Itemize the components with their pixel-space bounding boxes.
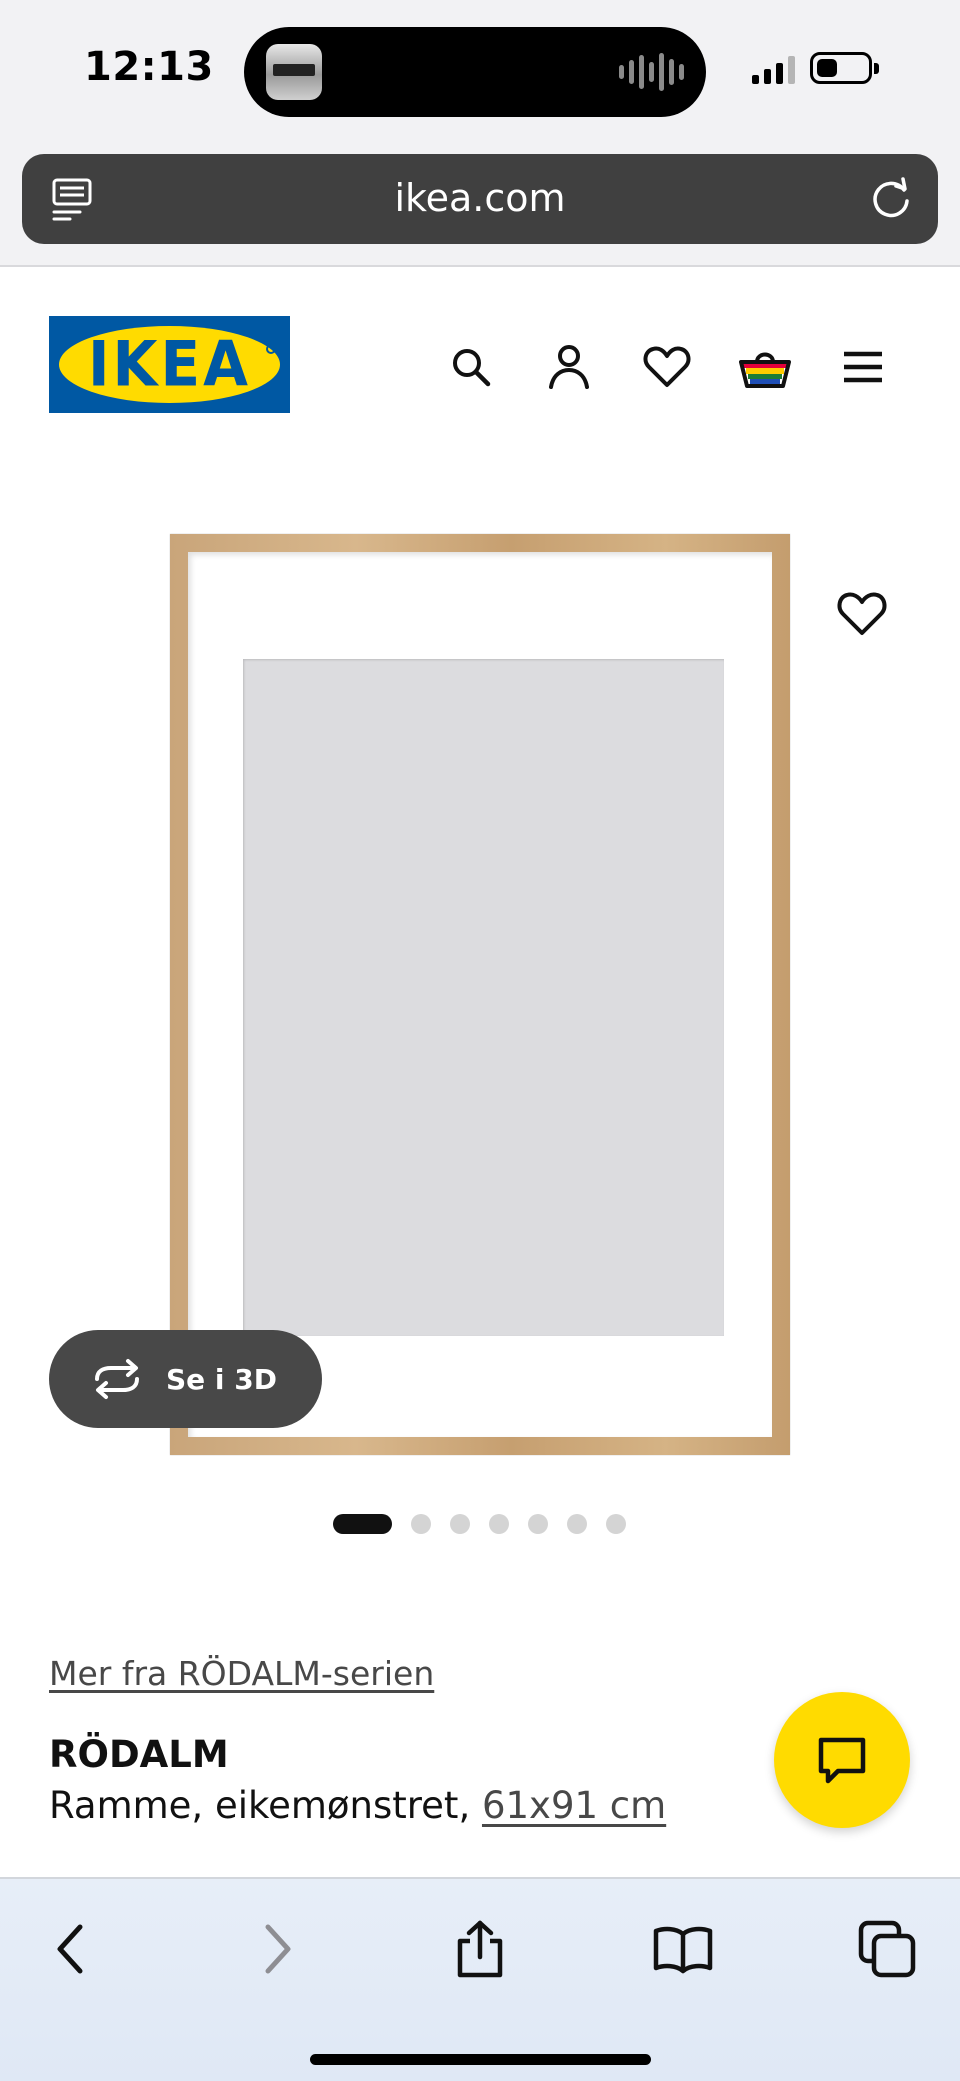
product-description: Ramme, eikemønstret, 61x91 cm — [49, 1784, 666, 1827]
heart-icon[interactable] — [834, 585, 890, 641]
shopping-basket-icon[interactable] — [737, 339, 793, 395]
back-icon[interactable] — [35, 1914, 105, 1984]
dynamic-island — [244, 27, 706, 117]
size-link[interactable]: 61x91 cm — [482, 1784, 666, 1827]
favourites-icon[interactable] — [639, 339, 695, 395]
status-bar: 12:13 — [0, 0, 960, 140]
status-time: 12:13 — [84, 44, 214, 90]
account-icon[interactable] — [541, 339, 597, 395]
rotate-3d-icon — [95, 1359, 139, 1399]
carousel-dot-6[interactable] — [567, 1514, 587, 1534]
logo-text: IKEA — [87, 327, 252, 401]
carousel-dot-5[interactable] — [528, 1514, 548, 1534]
address-bar[interactable]: ikea.com — [22, 154, 938, 244]
menu-icon[interactable] — [835, 339, 891, 395]
forward-icon[interactable] — [243, 1914, 313, 1984]
carousel-dot-2[interactable] — [411, 1514, 431, 1534]
battery-icon — [810, 52, 879, 84]
carousel-dot-7[interactable] — [606, 1514, 626, 1534]
carousel-dot-4[interactable] — [489, 1514, 509, 1534]
see-in-3d-button[interactable]: Se i 3D — [49, 1330, 322, 1428]
see-in-3d-label: Se i 3D — [166, 1363, 277, 1396]
product-name: RÖDALM — [49, 1733, 229, 1776]
carousel-dot-3[interactable] — [450, 1514, 470, 1534]
bookmarks-icon[interactable] — [648, 1914, 718, 1984]
home-indicator — [310, 2054, 651, 2065]
share-icon[interactable] — [445, 1914, 515, 1984]
audio-waveform-icon — [619, 51, 684, 93]
site-header: IKEA — [0, 269, 960, 439]
product-photo — [170, 534, 790, 1455]
now-playing-artwork — [266, 44, 322, 100]
product-type: Ramme, eikemønstret, — [49, 1784, 471, 1827]
chat-button[interactable] — [774, 1692, 910, 1828]
cellular-signal-icon — [752, 56, 795, 84]
url-text[interactable]: ikea.com — [22, 176, 938, 220]
browser-address-area: ikea.com — [0, 140, 960, 267]
reload-icon[interactable] — [866, 174, 916, 224]
ikea-logo[interactable]: IKEA — [49, 316, 290, 413]
search-icon[interactable] — [443, 339, 499, 395]
series-link[interactable]: Mer fra RÖDALM-serien — [49, 1654, 434, 1693]
carousel-dot-1[interactable] — [333, 1514, 392, 1534]
chat-icon — [818, 1737, 866, 1784]
tabs-icon[interactable] — [852, 1914, 922, 1984]
browser-toolbar — [0, 1877, 960, 2081]
product-image-carousel[interactable]: Se i 3D — [0, 439, 960, 1469]
carousel-pagination — [0, 1514, 960, 1534]
